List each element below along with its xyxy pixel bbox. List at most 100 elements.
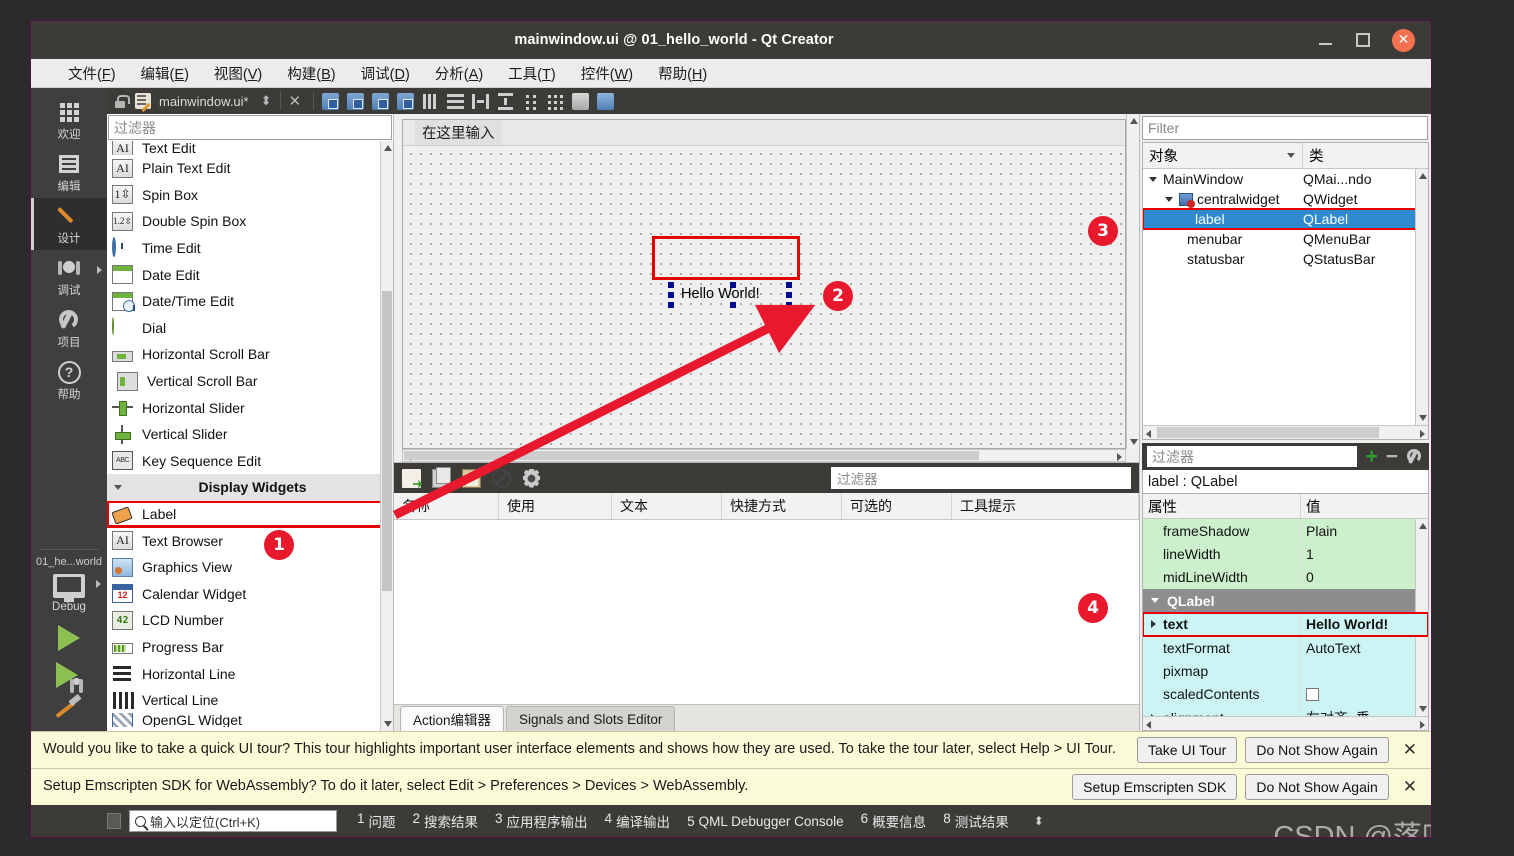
property-value[interactable]	[1301, 683, 1428, 706]
widget-box-scrollbar[interactable]	[380, 141, 393, 731]
property-rows[interactable]: frameShadow Plain lineWidth 1 midLineWid…	[1143, 519, 1428, 716]
column-used[interactable]: 使用	[499, 493, 612, 519]
scroll-up-icon[interactable]	[1419, 523, 1427, 529]
property-row-pixmap[interactable]: pixmap	[1143, 659, 1428, 683]
widget-category-display-widgets[interactable]: Display Widgets	[107, 474, 393, 501]
pane-compile-output[interactable]: 4 编译输出	[605, 811, 671, 831]
pane-search-results[interactable]: 2 搜索结果	[413, 811, 479, 831]
layout-horizontally-icon[interactable]	[422, 93, 439, 110]
widget-item-horizontal-scroll-bar[interactable]: Horizontal Scroll Bar	[107, 341, 393, 368]
layout-form-icon[interactable]	[522, 93, 539, 110]
widget-item-plain-text-edit[interactable]: AI Plain Text Edit	[107, 155, 393, 182]
property-value[interactable]: Hello World!	[1301, 613, 1428, 636]
run-button[interactable]	[31, 617, 107, 657]
toggle-sidebar-icon[interactable]	[107, 813, 121, 829]
column-property[interactable]: 属性	[1143, 494, 1301, 518]
property-row-scaledcontents[interactable]: scaledContents	[1143, 682, 1428, 707]
menu-analyze[interactable]: 分析(A)	[432, 61, 486, 86]
form-central-widget[interactable]: Hello World!	[403, 146, 1125, 448]
column-object[interactable]: 对象	[1143, 143, 1303, 168]
property-row-linewidth[interactable]: lineWidth 1	[1143, 542, 1428, 566]
break-layout-icon[interactable]	[572, 92, 590, 110]
widget-item-date-time-edit[interactable]: Date/Time Edit	[107, 288, 393, 315]
scroll-down-icon[interactable]	[384, 721, 392, 727]
resize-handle[interactable]	[786, 282, 792, 288]
scroll-left-icon[interactable]	[1146, 430, 1151, 438]
widget-item-dial[interactable]: Dial	[107, 315, 393, 342]
widget-item-label[interactable]: Label	[107, 499, 393, 529]
tree-row-mainwindow[interactable]: MainWindow QMai...ndo	[1143, 169, 1428, 189]
maximize-icon[interactable]	[1356, 33, 1370, 47]
editor-filename[interactable]: mainwindow.ui*	[159, 94, 249, 109]
property-row-text[interactable]: text Hello World!	[1143, 611, 1428, 637]
property-value[interactable]: AutoText	[1301, 636, 1428, 659]
tree-row-statusbar[interactable]: statusbar QStatusBar	[1143, 249, 1428, 269]
widget-item-key-sequence-edit[interactable]: ABC Key Sequence Edit	[107, 448, 393, 475]
object-tree-horizontal-scrollbar[interactable]	[1143, 425, 1428, 439]
property-value[interactable]: Plain	[1301, 519, 1428, 542]
scroll-left-icon[interactable]	[1146, 721, 1151, 729]
pane-test-results[interactable]: 8 测试结果	[943, 811, 1009, 831]
property-value[interactable]	[1301, 659, 1428, 682]
widget-item-graphics-view[interactable]: Graphics View	[107, 554, 393, 581]
column-class[interactable]: 类	[1303, 143, 1428, 168]
plus-icon[interactable]: +	[1365, 446, 1377, 467]
expander-icon[interactable]	[1165, 196, 1173, 202]
widget-box-list[interactable]: AI Text Edit AI Plain Text Edit 1⇳ Spin …	[107, 141, 393, 731]
do-not-show-again-button[interactable]: Do Not Show Again	[1245, 774, 1389, 800]
property-value[interactable]: 1	[1301, 542, 1428, 565]
widget-item-opengl-widget[interactable]: OpenGL Widget	[107, 713, 393, 728]
scroll-up-icon[interactable]	[1419, 173, 1427, 179]
resize-handle[interactable]	[668, 302, 674, 308]
delete-icon[interactable]	[492, 468, 511, 488]
resize-handle[interactable]	[730, 302, 736, 308]
property-row-midlinewidth[interactable]: midLineWidth 0	[1143, 565, 1428, 590]
scrollbar-thumb[interactable]	[1157, 427, 1379, 438]
layout-splitter-vertical-icon[interactable]	[497, 92, 514, 110]
object-tree-rows[interactable]: MainWindow QMai...ndo centralwidget QWid…	[1143, 169, 1428, 425]
column-shortcut[interactable]: 快捷方式	[722, 493, 842, 519]
canvas-horizontal-scrollbar[interactable]	[402, 449, 1126, 462]
do-not-show-again-button[interactable]: Do Not Show Again	[1245, 737, 1389, 763]
menu-help[interactable]: 帮助(H)	[655, 61, 710, 86]
scroll-up-icon[interactable]	[1130, 118, 1138, 124]
build-button[interactable]	[31, 691, 107, 731]
widget-item-horizontal-line[interactable]: Horizontal Line	[107, 660, 393, 687]
column-value[interactable]: 值	[1301, 494, 1428, 518]
chevron-right-icon[interactable]	[1151, 620, 1156, 629]
layout-vertically-icon[interactable]	[447, 93, 465, 110]
design-canvas[interactable]: 在这里输入 Hello World!	[394, 114, 1139, 463]
widget-item-text-browser[interactable]: AI Text Browser	[107, 527, 393, 554]
object-tree-filter-input[interactable]: Filter	[1142, 116, 1428, 140]
debug-run-button[interactable]	[31, 657, 107, 693]
widget-item-time-edit[interactable]: Time Edit	[107, 235, 393, 262]
property-horizontal-scrollbar[interactable]	[1143, 716, 1428, 730]
layout-splitter-horizontal-icon[interactable]	[472, 93, 490, 110]
pane-general-messages[interactable]: 6 概要信息	[861, 811, 927, 831]
paste-icon[interactable]	[462, 468, 481, 488]
action-table-body[interactable]	[394, 520, 1139, 704]
unlocked-icon[interactable]	[113, 94, 130, 108]
mode-welcome[interactable]: 欢迎	[31, 94, 107, 146]
close-icon[interactable]: ✕	[1397, 777, 1423, 797]
action-filter-input[interactable]: 过滤器	[831, 467, 1131, 489]
column-checkable[interactable]: 可选的	[842, 493, 952, 519]
widget-item-calendar-widget[interactable]: 12 Calendar Widget	[107, 581, 393, 608]
widget-item-vertical-scroll-bar[interactable]: Vertical Scroll Bar	[107, 368, 393, 395]
resize-handle[interactable]	[668, 282, 674, 288]
widget-item-text-edit[interactable]: AI Text Edit	[107, 141, 393, 155]
menu-debug[interactable]: 调试(D)	[358, 61, 413, 86]
widget-item-vertical-line[interactable]: Vertical Line	[107, 687, 393, 714]
mode-help[interactable]: ? 帮助	[31, 354, 107, 406]
property-group-qlabel[interactable]: QLabel	[1143, 589, 1428, 613]
menu-edit[interactable]: 编辑(E)	[138, 61, 192, 86]
object-tree-vertical-scrollbar[interactable]	[1415, 169, 1428, 425]
property-row-alignment[interactable]: alignment 左对齐, 垂...	[1143, 706, 1428, 716]
property-value[interactable]: 0	[1301, 566, 1428, 589]
resize-handle[interactable]	[786, 302, 792, 308]
mode-projects[interactable]: 项目	[31, 302, 107, 354]
pane-issues[interactable]: 1 问题	[357, 811, 396, 831]
hello-world-label[interactable]: Hello World!	[671, 286, 770, 302]
widget-item-lcd-number[interactable]: 42 LCD Number	[107, 607, 393, 634]
wrench-icon[interactable]	[1406, 448, 1424, 465]
